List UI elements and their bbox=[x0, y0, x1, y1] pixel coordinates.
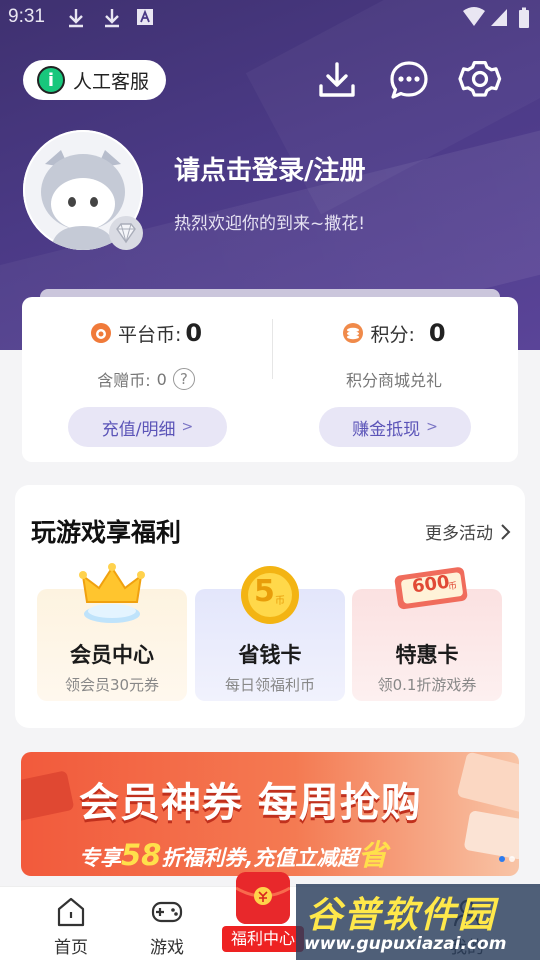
promo-banner[interactable]: 会员神券 每周抢购 专享58折福利券,充值立减超省 bbox=[21, 752, 519, 876]
card-title: 省钱卡 bbox=[238, 643, 302, 667]
crown-icon bbox=[79, 563, 145, 623]
points-row: 积分: 0 bbox=[270, 319, 518, 347]
welcome-text: 热烈欢迎你的到来~撒花! bbox=[174, 214, 366, 234]
card-title: 特惠卡 bbox=[395, 643, 459, 667]
wallet-card: 平台币: 0 含赠币: 0 ? 充值/明细 > 积分: 0 积分商城兑礼 赚金抵… bbox=[22, 297, 518, 462]
recharge-details-button[interactable]: 充值/明细 > bbox=[68, 407, 227, 447]
tab-home[interactable]: 首页 bbox=[26, 895, 116, 958]
platform-coin-section: 平台币: 0 含赠币: 0 ? 充值/明细 > bbox=[22, 297, 270, 462]
message-icon[interactable] bbox=[387, 58, 431, 102]
platform-coin-label: 平台币: bbox=[117, 323, 182, 346]
card-desc: 领会员30元券 bbox=[64, 676, 160, 694]
watermark-title: 谷普软件园 bbox=[306, 895, 497, 936]
coin-5-icon: 5 币 bbox=[239, 564, 301, 626]
banner-subtitle: 专享58折福利券,充值立减超省 bbox=[79, 832, 387, 874]
game-welfare-section: 玩游戏享福利 更多活动 会员中心 领会员30元券 省钱卡 每日领福利币 特惠卡 … bbox=[15, 485, 525, 728]
app-notification-icon bbox=[137, 9, 153, 25]
coin-value: 5 bbox=[254, 574, 275, 609]
section-title: 玩游戏享福利 bbox=[31, 518, 182, 547]
banner-headline: 会员神券 每周抢购 bbox=[79, 780, 422, 826]
settings-icon[interactable] bbox=[458, 58, 502, 102]
card-desc: 领0.1折游戏券 bbox=[377, 676, 477, 694]
card-desc: 每日领福利币 bbox=[224, 676, 315, 694]
tab-home-label: 首页 bbox=[54, 938, 88, 958]
more-activities-link[interactable]: 更多活动 bbox=[425, 519, 511, 544]
watermark-url: www.gupuxiazai.com bbox=[304, 934, 507, 954]
tab-welfare-center-label: 福利中心 bbox=[222, 926, 304, 952]
customer-service-button[interactable]: i 人工客服 bbox=[23, 60, 166, 100]
banner-discount: 58 bbox=[121, 838, 162, 872]
download-notification-icon bbox=[69, 9, 83, 28]
status-time: 9:31 bbox=[8, 6, 45, 27]
battery-icon bbox=[519, 7, 529, 28]
points-section: 积分: 0 积分商城兑礼 赚金抵现 > bbox=[270, 297, 518, 462]
recharge-details-label: 充值/明细 bbox=[101, 419, 176, 440]
ticket-600-icon: 600 币 bbox=[392, 565, 472, 611]
points-mall-link[interactable]: 积分商城兑礼 bbox=[270, 367, 518, 391]
vip-diamond-icon bbox=[109, 216, 143, 250]
gamepad-icon bbox=[151, 901, 183, 923]
points-value: 0 bbox=[428, 319, 446, 347]
tab-games[interactable]: 游戏 bbox=[122, 895, 212, 958]
platform-coin-row: 平台币: 0 bbox=[22, 319, 270, 347]
carousel-dot bbox=[509, 856, 515, 862]
banner-sub-prefix: 专享 bbox=[79, 846, 121, 870]
card-title: 会员中心 bbox=[70, 643, 154, 667]
chevron-right-icon bbox=[501, 523, 511, 540]
site-watermark: 谷普软件园 www.gupuxiazai.com bbox=[296, 884, 540, 960]
platform-coin-icon bbox=[90, 323, 111, 343]
customer-service-label: 人工客服 bbox=[73, 70, 150, 93]
gift-coin-label: 含赠币: bbox=[97, 371, 151, 390]
login-register-link[interactable]: 请点击登录/注册 bbox=[174, 150, 366, 187]
coin-unit: 币 bbox=[275, 596, 285, 607]
gift-coin-value: 0 bbox=[156, 369, 167, 389]
chevron-right-icon: > bbox=[181, 419, 194, 435]
home-icon bbox=[57, 897, 85, 927]
download-icon[interactable] bbox=[315, 58, 359, 102]
wifi-icon bbox=[463, 7, 485, 26]
ticket-unit: 币 bbox=[447, 581, 458, 593]
carousel-indicator bbox=[499, 856, 519, 862]
points-icon bbox=[343, 323, 364, 343]
status-bar: 9:31 bbox=[0, 0, 540, 36]
carousel-dot-active bbox=[499, 856, 505, 862]
signal-icon bbox=[491, 9, 507, 26]
help-icon[interactable]: ? bbox=[172, 368, 195, 390]
tab-games-label: 游戏 bbox=[150, 938, 184, 958]
download-notification-icon bbox=[105, 9, 119, 28]
earn-cash-button[interactable]: 赚金抵现 > bbox=[319, 407, 471, 447]
gift-coin-row: 含赠币: 0 ? bbox=[22, 367, 270, 391]
customer-service-icon: i bbox=[37, 66, 65, 94]
earn-cash-label: 赚金抵现 bbox=[352, 419, 421, 440]
chevron-right-icon: > bbox=[426, 419, 438, 435]
banner-sub-middle: 折福利券,充值立减超 bbox=[161, 846, 359, 870]
red-envelope-icon bbox=[236, 872, 290, 924]
banner-highlight: 省 bbox=[358, 838, 388, 872]
platform-coin-value: 0 bbox=[185, 319, 203, 347]
points-label: 积分: bbox=[370, 323, 415, 346]
more-activities-label: 更多活动 bbox=[425, 524, 493, 544]
